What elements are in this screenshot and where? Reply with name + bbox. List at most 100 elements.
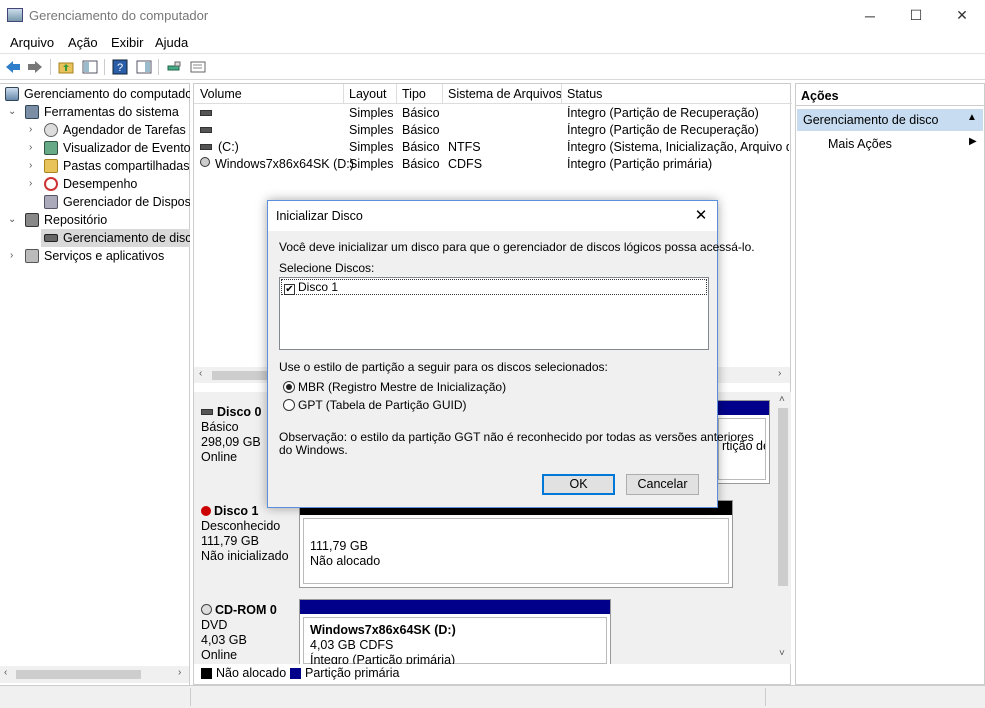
actions-title: Ações (801, 89, 839, 103)
close-button[interactable]: ✕ (939, 0, 985, 31)
clock-icon (44, 123, 58, 137)
connect-icon[interactable] (165, 58, 183, 76)
table-row[interactable]: Simples Básico Íntegro (Partição de Recu… (194, 122, 792, 139)
menu-exibir[interactable]: Exibir (111, 35, 144, 50)
dialog-intro: Você deve inicializar um disco para que … (279, 240, 755, 254)
chevron-right-icon[interactable]: › (29, 157, 32, 175)
table-row[interactable]: Windows7x86x64SK (D:) Simples Básico CDF… (194, 156, 792, 173)
column-file-system[interactable]: Sistema de Arquivos (442, 87, 562, 101)
dialog-note-continued: do Windows. (279, 443, 348, 457)
back-icon[interactable] (4, 58, 22, 76)
minimize-button[interactable]: ─ (847, 0, 893, 31)
cd-drive-icon (201, 604, 212, 615)
disk-list-item[interactable]: ✔ Disco 1 (281, 279, 707, 295)
computer-icon (5, 87, 19, 101)
action-pane-icon[interactable] (135, 58, 153, 76)
title-bar: Gerenciamento do computador ─ ☐ ✕ (0, 0, 985, 31)
volume-icon (200, 144, 212, 150)
menu-bar: Arquivo Ação Exibir Ajuda (0, 31, 985, 53)
toolbar: ? (0, 53, 985, 80)
cancel-button[interactable]: Cancelar (626, 474, 699, 495)
device-manager-icon (44, 195, 58, 209)
services-icon (25, 249, 39, 263)
tree-item-disk-management[interactable]: Gerenciamento de disco (41, 229, 190, 247)
help-icon[interactable]: ? (111, 58, 129, 76)
status-bar (0, 685, 985, 708)
tree-item-services[interactable]: Serviços e aplicativos (25, 247, 190, 265)
disk-list[interactable]: ✔ Disco 1 (279, 277, 709, 350)
menu-arquivo[interactable]: Arquivo (10, 35, 54, 50)
window-title: Gerenciamento do computador (29, 8, 209, 23)
storage-icon (25, 213, 39, 227)
chevron-right-icon[interactable]: › (29, 139, 32, 157)
performance-icon (44, 177, 58, 191)
forward-icon[interactable] (26, 58, 44, 76)
disk-view-vertical-scrollbar[interactable]: ˄ ˅ (775, 392, 791, 664)
dialog-note: Observação: o estilo da partição GGT não… (279, 430, 754, 444)
disk-icon (201, 409, 213, 415)
chevron-down-icon[interactable]: ⌄ (8, 103, 16, 121)
legend-primary: Partição primária (305, 666, 400, 680)
tree-item-task-scheduler[interactable]: Agendador de Tarefas (44, 121, 190, 139)
navigation-tree: Gerenciamento do computador ⌄ Ferramenta… (0, 83, 190, 685)
disk1-unallocated-partition[interactable]: 111,79 GB Não alocado (299, 500, 733, 588)
legend-unallocated: Não alocado (216, 666, 287, 680)
tree-item-root[interactable]: Gerenciamento do computador (5, 85, 190, 103)
cdrom0-label[interactable]: CD-ROM 0 DVD 4,03 GB Online (201, 603, 277, 663)
computer-management-icon (7, 8, 23, 22)
gpt-radio[interactable] (283, 399, 295, 411)
column-status[interactable]: Status (561, 87, 602, 101)
dialog-title: Inicializar Disco (276, 209, 363, 223)
actions-more[interactable]: Mais Ações ▶ (797, 134, 983, 154)
tree-item-shared-folders[interactable]: Pastas compartilhadas (44, 157, 190, 175)
shared-folder-icon (44, 159, 58, 173)
mbr-option[interactable]: MBR (Registro Mestre de Inicialização) (283, 380, 506, 394)
up-folder-icon[interactable] (57, 58, 75, 76)
tree-horizontal-scrollbar[interactable]: ‹ › (0, 666, 189, 683)
column-volume[interactable]: Volume (194, 87, 242, 101)
disk0-label[interactable]: Disco 0 Básico 298,09 GB Online (201, 405, 261, 465)
mbr-radio[interactable] (283, 381, 295, 393)
chevron-right-icon[interactable]: › (29, 175, 32, 193)
legend-unallocated-swatch (201, 668, 212, 679)
show-hide-tree-icon[interactable] (81, 58, 99, 76)
tree-item-performance[interactable]: Desempenho (44, 175, 190, 193)
column-layout[interactable]: Layout (343, 87, 387, 101)
collapse-icon[interactable]: ▲ (967, 112, 977, 123)
table-row[interactable]: Simples Básico Íntegro (Partição de Recu… (194, 105, 792, 122)
actions-pane: Ações Gerenciamento de disco ▲ Mais Açõe… (795, 83, 985, 685)
legend-primary-swatch (290, 668, 301, 679)
tree-item-event-viewer[interactable]: Visualizador de Eventos (44, 139, 190, 157)
chevron-right-icon[interactable]: › (29, 121, 32, 139)
actions-section-disk-management[interactable]: Gerenciamento de disco ▲ (797, 109, 983, 131)
tree-item-storage[interactable]: Repositório (25, 211, 190, 229)
initialize-disk-dialog: Inicializar Disco ✕ Você deve inicializa… (267, 200, 755, 508)
properties-icon[interactable] (189, 58, 207, 76)
volume-list-header: Volume Layout Tipo Sistema de Arquivos S… (194, 84, 792, 104)
cdrom0-partition[interactable]: Windows7x86x64SK (D:) 4,03 GB CDFS Ínteg… (299, 599, 611, 667)
column-type[interactable]: Tipo (396, 87, 426, 101)
disk1-label[interactable]: Disco 1 Desconhecido 111,79 GB Não inici… (201, 504, 289, 564)
volume-icon (200, 110, 212, 116)
select-disks-label: Selecione Discos: (279, 261, 375, 275)
tree-item-device-manager[interactable]: Gerenciador de Dispositivos (44, 193, 190, 211)
menu-acao[interactable]: Ação (68, 35, 98, 50)
legend: Não alocado Partição primária (194, 664, 790, 684)
tree-item-system-tools[interactable]: Ferramentas do sistema (25, 103, 190, 121)
disk-management-icon (44, 234, 58, 242)
dialog-close-icon[interactable]: ✕ (688, 204, 714, 228)
menu-ajuda[interactable]: Ajuda (155, 35, 188, 50)
maximize-button[interactable]: ☐ (893, 0, 939, 31)
table-row[interactable]: (C:) Simples Básico NTFS Íntegro (Sistem… (194, 139, 792, 156)
ok-button[interactable]: OK (542, 474, 615, 495)
volume-icon (200, 127, 212, 133)
submenu-arrow-icon: ▶ (969, 136, 977, 147)
event-viewer-icon (44, 141, 58, 155)
chevron-down-icon[interactable]: ⌄ (8, 211, 16, 229)
chevron-right-icon[interactable]: › (10, 247, 13, 265)
cd-drive-icon (200, 157, 210, 167)
disk-offline-icon (201, 506, 211, 516)
disk1-checkbox[interactable]: ✔ (284, 284, 295, 295)
gpt-option[interactable]: GPT (Tabela de Partição GUID) (283, 398, 467, 412)
dialog-title-bar: Inicializar Disco ✕ (268, 201, 717, 231)
